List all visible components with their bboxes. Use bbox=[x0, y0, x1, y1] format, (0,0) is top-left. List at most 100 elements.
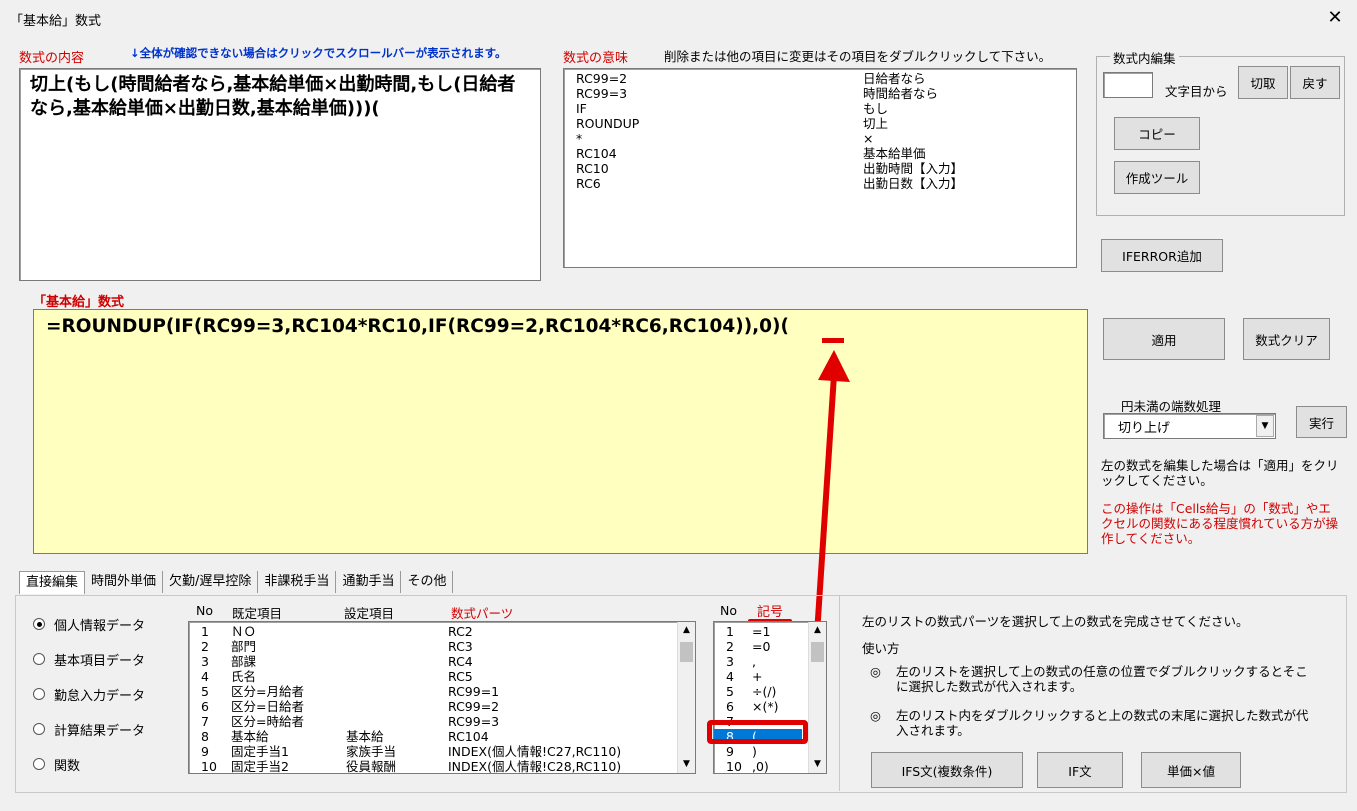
symbol-text: =1 bbox=[752, 624, 771, 639]
parts-cell-default: 部課 bbox=[231, 654, 257, 669]
meaning-row[interactable]: IF もし bbox=[576, 101, 1076, 116]
radio-icon[interactable] bbox=[33, 688, 45, 700]
meaning-row[interactable]: RC10 出勤時間【入力】 bbox=[576, 161, 1076, 176]
meaning-row[interactable]: RC99=2 日給者なら bbox=[576, 71, 1076, 86]
parts-row[interactable]: 2 部門 RC3 bbox=[201, 639, 695, 654]
scroll-up-icon[interactable]: ▲ bbox=[809, 622, 826, 639]
if-button[interactable]: IF文 bbox=[1037, 752, 1123, 788]
meaning-row[interactable]: ROUNDUP 切上 bbox=[576, 116, 1076, 131]
scroll-hint[interactable]: ↓全体が確認できない場合はクリックでスクロールバーが表示されます。 bbox=[130, 45, 506, 61]
parts-cell-no: 3 bbox=[201, 654, 209, 669]
data-type-radio-group: 個人情報データ 基本項目データ 勤怠入力データ計算結果データ 関数 bbox=[33, 614, 145, 789]
radio-icon[interactable] bbox=[33, 653, 45, 665]
rounding-select[interactable]: 切り上げ ▼ bbox=[1103, 413, 1276, 439]
tab-6[interactable]: その他 bbox=[401, 571, 454, 593]
tab-3[interactable]: 欠勤/遅早控除 bbox=[163, 571, 259, 593]
formula-editor-text: =ROUNDUP(IF(RC99=3,RC104*RC10,IF(RC99=2,… bbox=[46, 316, 789, 337]
parts-cell-no: 1 bbox=[201, 624, 209, 639]
create-tool-button[interactable]: 作成ツール bbox=[1114, 161, 1200, 194]
parts-row[interactable]: 10 固定手当2 役員報酬 INDEX(個人情報!C28,RC110) bbox=[201, 759, 695, 774]
parts-scrollbar[interactable]: ▲ ▼ bbox=[677, 622, 695, 773]
parts-cell-setting: 家族手当 bbox=[346, 744, 397, 759]
parts-cell-no: 10 bbox=[201, 759, 217, 774]
parts-row[interactable]: 1 ＮＯ RC2 bbox=[201, 624, 695, 639]
tab-2[interactable]: 時間外単価 bbox=[85, 571, 164, 593]
unit-value-button[interactable]: 単価×値 bbox=[1141, 752, 1241, 788]
parts-row[interactable]: 4 氏名 RC5 bbox=[201, 669, 695, 684]
symbol-text: =0 bbox=[752, 639, 771, 654]
parts-row[interactable]: 9 固定手当1 家族手当 INDEX(個人情報!C27,RC110) bbox=[201, 744, 695, 759]
parts-cell-no: 7 bbox=[201, 714, 209, 729]
parts-list[interactable]: 1 ＮＯ RC2 2 部門 RC3 3 部課 RC4 4 氏名 RC5 5 区分=月給者 RC99=1 6 区分… bbox=[188, 621, 696, 774]
formula-editor[interactable]: =ROUNDUP(IF(RC99=3,RC104*RC10,IF(RC99=2,… bbox=[33, 309, 1088, 554]
parts-cell-parts: RC3 bbox=[448, 639, 473, 654]
clear-formula-button[interactable]: 数式クリア bbox=[1243, 318, 1330, 360]
symbol-text: ×(*) bbox=[752, 699, 779, 714]
chevron-down-icon[interactable]: ▼ bbox=[1256, 415, 1274, 437]
iferror-button[interactable]: IFERROR追加 bbox=[1101, 239, 1223, 272]
tab-bar: 直接編集 時間外単価 欠勤/遅早控除 非課税手当 通勤手当 その他 bbox=[19, 571, 539, 595]
close-button[interactable]: ✕ bbox=[1320, 4, 1350, 32]
parts-cell-default: 区分=月給者 bbox=[231, 684, 304, 699]
symbol-scrollbar[interactable]: ▲ ▼ bbox=[808, 622, 826, 773]
arrow-head bbox=[818, 350, 850, 382]
scroll-down-icon[interactable]: ▼ bbox=[678, 756, 695, 773]
parts-cell-setting bbox=[346, 639, 448, 654]
scroll-down-icon[interactable]: ▼ bbox=[809, 756, 826, 773]
radio-label: 関数 bbox=[54, 758, 81, 774]
scroll-up-icon[interactable]: ▲ bbox=[678, 622, 695, 639]
execute-button[interactable]: 実行 bbox=[1296, 406, 1347, 438]
symbol-list[interactable]: 1 =1 2 =0 3, 4 +5 ÷(/) 6 ×(*) 7 8(9) 10,0) ▲ ▼ bbox=[713, 621, 827, 774]
tab-1[interactable]: 直接編集 bbox=[19, 571, 86, 594]
tab-5[interactable]: 通勤手当 bbox=[336, 571, 402, 593]
parts-cell-setting: 基本給 bbox=[346, 729, 384, 744]
warning-text: この操作は「Cells給与」の「数式」やエクセルの関数にある程度慣れている方が操… bbox=[1101, 501, 1339, 546]
position-input[interactable] bbox=[1103, 72, 1153, 98]
meaning-row[interactable]: RC104 基本給単価 bbox=[576, 146, 1076, 161]
meaning-row[interactable]: RC99=3 時間給者なら bbox=[576, 86, 1076, 101]
cursor-marker bbox=[822, 338, 844, 343]
radio-icon[interactable] bbox=[33, 618, 45, 630]
parts-cell-setting bbox=[346, 684, 448, 699]
parts-cell-default: 固定手当2 bbox=[231, 759, 289, 774]
symbol-no: 5 bbox=[726, 684, 734, 699]
ifs-button[interactable]: IFS文(複数条件) bbox=[871, 752, 1023, 788]
radio-option[interactable]: 基本項目データ bbox=[33, 649, 145, 669]
formula-meaning-label: 数式の意味 bbox=[563, 51, 629, 66]
parts-cell-parts: RC99=2 bbox=[448, 699, 500, 714]
radio-option[interactable]: 個人情報データ bbox=[33, 614, 145, 634]
scroll-thumb[interactable] bbox=[811, 642, 824, 662]
radio-option[interactable]: 関数 bbox=[33, 754, 145, 774]
copy-button[interactable]: コピー bbox=[1114, 117, 1200, 150]
formula-content-box[interactable]: 切上(もし(時間給者なら,基本給単価×出勤時間,もし(日給者なら,基本給単価×出… bbox=[19, 68, 541, 281]
radio-option[interactable]: 勤怠入力データ bbox=[33, 684, 145, 704]
parts-row[interactable]: 8 基本給 基本給 RC104 bbox=[201, 729, 695, 744]
apply-button[interactable]: 適用 bbox=[1103, 318, 1225, 360]
scroll-thumb[interactable] bbox=[680, 642, 693, 662]
parts-row[interactable]: 5 区分=月給者 RC99=1 bbox=[201, 684, 695, 699]
radio-icon[interactable] bbox=[33, 723, 45, 735]
radio-option[interactable]: 計算結果データ bbox=[33, 719, 145, 739]
parts-row[interactable]: 7 区分=時給者 RC99=3 bbox=[201, 714, 695, 729]
rounding-selected: 切り上げ bbox=[1118, 421, 1171, 436]
cut-button[interactable]: 切取 bbox=[1238, 66, 1288, 99]
meaning-row[interactable]: RC6 出勤日数【入力】 bbox=[576, 176, 1076, 191]
undo-button[interactable]: 戻す bbox=[1290, 66, 1340, 99]
parts-cell-no: 5 bbox=[201, 684, 209, 699]
meaning-code: RC99=3 bbox=[576, 86, 628, 101]
symbol-no: 2 bbox=[726, 639, 734, 654]
radio-label: 計算結果データ bbox=[54, 723, 146, 739]
parts-cell-no: 9 bbox=[201, 744, 209, 759]
tab-4[interactable]: 非課税手当 bbox=[258, 571, 337, 593]
parts-cell-setting: 役員報酬 bbox=[346, 759, 397, 774]
parts-cell-default: 氏名 bbox=[231, 669, 257, 684]
formula-meaning-list[interactable]: RC99=2 日給者なら RC99=3 時間給者なら IF もし ROUNDUP 切上 * × RC… bbox=[563, 68, 1077, 268]
radio-icon[interactable] bbox=[33, 758, 45, 770]
symbol-no: 10 bbox=[726, 759, 742, 774]
parts-cell-default: 基本給 bbox=[231, 729, 269, 744]
symbol-no: 6 bbox=[726, 699, 734, 714]
parts-row[interactable]: 3 部課 RC4 bbox=[201, 654, 695, 669]
parts-row[interactable]: 6 区分=日給者 RC99=2 bbox=[201, 699, 695, 714]
meaning-row[interactable]: * × bbox=[576, 131, 1076, 146]
bullet-icon: ◎ bbox=[870, 708, 881, 723]
